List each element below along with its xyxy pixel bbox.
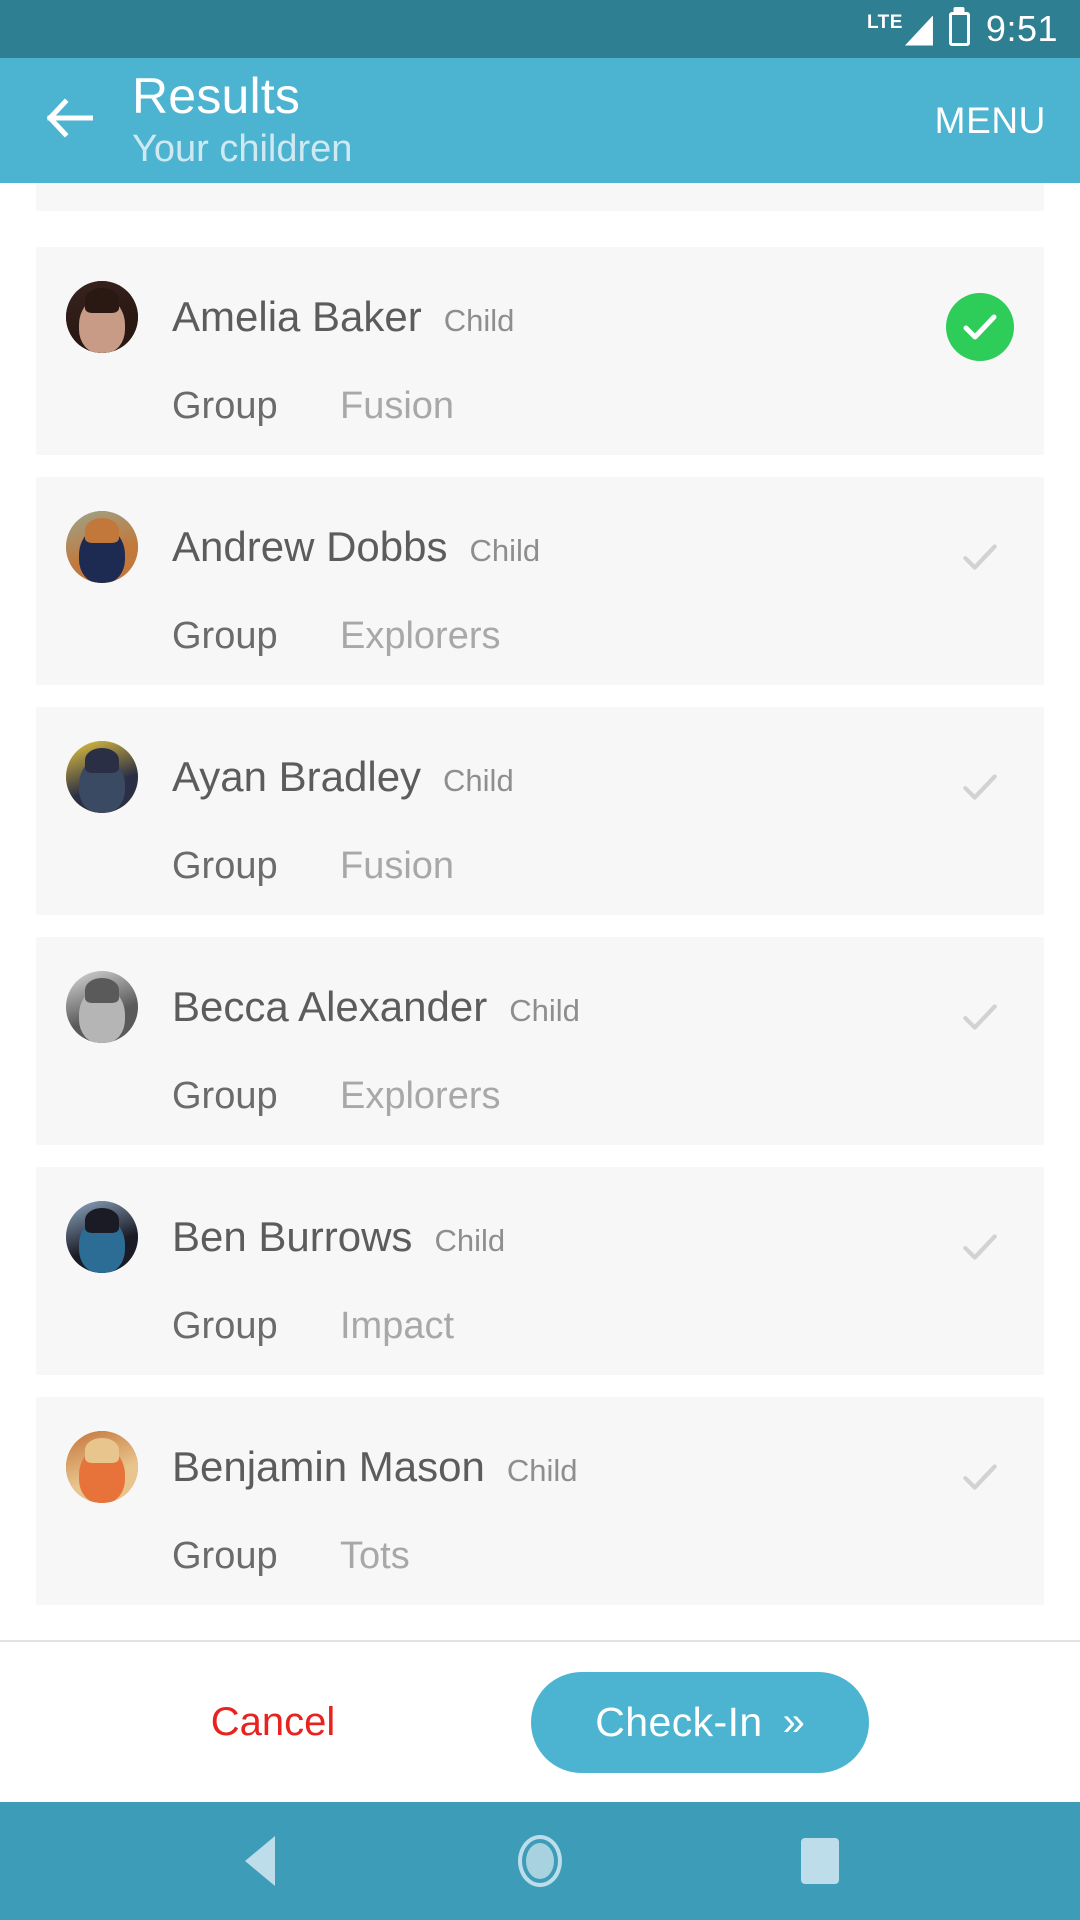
android-nav-bar [0, 1802, 1080, 1920]
child-row[interactable]: Ayan Bradley Child Group Fusion [36, 707, 1044, 915]
clock-label: 9:51 [985, 8, 1058, 49]
app-bar: Results Your children MENU [0, 58, 1080, 183]
app-bar-titles: Results Your children [132, 67, 353, 172]
double-chevron-right-icon: » [782, 1700, 806, 1744]
status-bar: LTE 9:51 [0, 0, 1080, 58]
group-value: Explorers [340, 1075, 501, 1117]
back-button[interactable] [32, 83, 108, 159]
check-in-label: Check-In [595, 1698, 763, 1745]
group-label: Group [172, 1305, 278, 1347]
child-row-top: Ben Burrows Child [66, 1201, 1014, 1273]
child-row-top: Benjamin Mason Child [66, 1431, 1014, 1503]
child-row-top: Becca Alexander Child [66, 971, 1014, 1043]
unselected-check-icon[interactable] [946, 1443, 1014, 1511]
battery-charging-icon [948, 12, 970, 46]
child-name-wrap: Ben Burrows Child [172, 1216, 505, 1258]
avatar [66, 1201, 138, 1273]
page-subtitle: Your children [132, 127, 353, 170]
selected-check-icon[interactable] [946, 293, 1014, 361]
group-label: Group [172, 845, 278, 887]
nav-recents-icon [801, 1838, 839, 1884]
child-role: Child [469, 533, 541, 568]
child-group-row: Group Tots [172, 1537, 1014, 1575]
signal-triangle-icon [904, 15, 933, 46]
check-in-button[interactable]: Check-In » [531, 1671, 870, 1773]
child-group-row: Group Fusion [172, 847, 1014, 885]
group-value: Impact [340, 1305, 455, 1347]
unselected-check-icon[interactable] [946, 1213, 1014, 1281]
action-bar: Cancel Check-In » [0, 1640, 1080, 1802]
child-role: Child [506, 1453, 578, 1488]
group-value: Fusion [340, 845, 455, 887]
cancel-button[interactable]: Cancel [211, 1700, 336, 1745]
nav-back-button[interactable] [205, 1806, 315, 1916]
child-role: Child [443, 303, 515, 338]
child-role: Child [509, 993, 580, 1028]
avatar [66, 281, 138, 353]
child-name-wrap: Becca Alexander Child [172, 986, 580, 1028]
child-group-row: Group Explorers [172, 617, 1014, 655]
child-row-top: Ayan Bradley Child [66, 741, 1014, 813]
avatar [66, 971, 138, 1043]
network-type-label: LTE [866, 11, 903, 33]
child-name: Ben Burrows [172, 1213, 413, 1260]
avatar [66, 1431, 138, 1503]
group-label: Group [172, 1075, 278, 1117]
group-label: Group [172, 1535, 278, 1577]
group-value: Fusion [340, 385, 455, 427]
children-list[interactable]: Amelia Baker Child Group Fusion Andrew D… [0, 183, 1080, 1640]
avatar [66, 741, 138, 813]
menu-button[interactable]: MENU [935, 100, 1046, 142]
child-group-row: Group Impact [172, 1307, 1014, 1345]
nav-recents-button[interactable] [765, 1806, 875, 1916]
unselected-check-icon[interactable] [946, 753, 1014, 821]
child-name-wrap: Ayan Bradley Child [172, 756, 514, 798]
back-arrow-icon [46, 98, 95, 143]
group-label: Group [172, 615, 278, 657]
child-name: Becca Alexander [172, 983, 488, 1030]
child-group-row: Group Fusion [172, 387, 1014, 425]
child-role: Child [434, 1223, 506, 1258]
group-value: Explorers [340, 615, 501, 657]
child-row[interactable]: Becca Alexander Child Group Explorers [36, 937, 1044, 1145]
app-screen: LTE 9:51 Results Your children MENU Amel… [0, 0, 1080, 1920]
page-title: Results [132, 67, 301, 124]
partial-card-above[interactable] [36, 183, 1044, 211]
group-label: Group [172, 385, 278, 427]
unselected-check-icon[interactable] [946, 523, 1014, 591]
child-name: Ayan Bradley [172, 753, 422, 800]
signal-bars-icon: LTE [867, 13, 933, 46]
child-name: Benjamin Mason [172, 1443, 485, 1490]
nav-home-button[interactable] [485, 1806, 595, 1916]
child-row-top: Andrew Dobbs Child [66, 511, 1014, 583]
child-name: Amelia Baker [172, 293, 422, 340]
unselected-check-icon[interactable] [946, 983, 1014, 1051]
child-role: Child [443, 763, 514, 798]
child-name: Andrew Dobbs [172, 523, 448, 570]
nav-home-icon [518, 1835, 562, 1887]
child-row[interactable]: Ben Burrows Child Group Impact [36, 1167, 1044, 1375]
child-row-top: Amelia Baker Child [66, 281, 1014, 353]
child-row[interactable]: Amelia Baker Child Group Fusion [36, 247, 1044, 455]
avatar [66, 511, 138, 583]
nav-back-icon [245, 1836, 275, 1886]
child-name-wrap: Andrew Dobbs Child [172, 526, 540, 568]
child-group-row: Group Explorers [172, 1077, 1014, 1115]
child-name-wrap: Benjamin Mason Child [172, 1446, 577, 1488]
child-row[interactable]: Benjamin Mason Child Group Tots [36, 1397, 1044, 1605]
child-row[interactable]: Andrew Dobbs Child Group Explorers [36, 477, 1044, 685]
group-value: Tots [340, 1535, 410, 1577]
child-name-wrap: Amelia Baker Child [172, 296, 514, 338]
